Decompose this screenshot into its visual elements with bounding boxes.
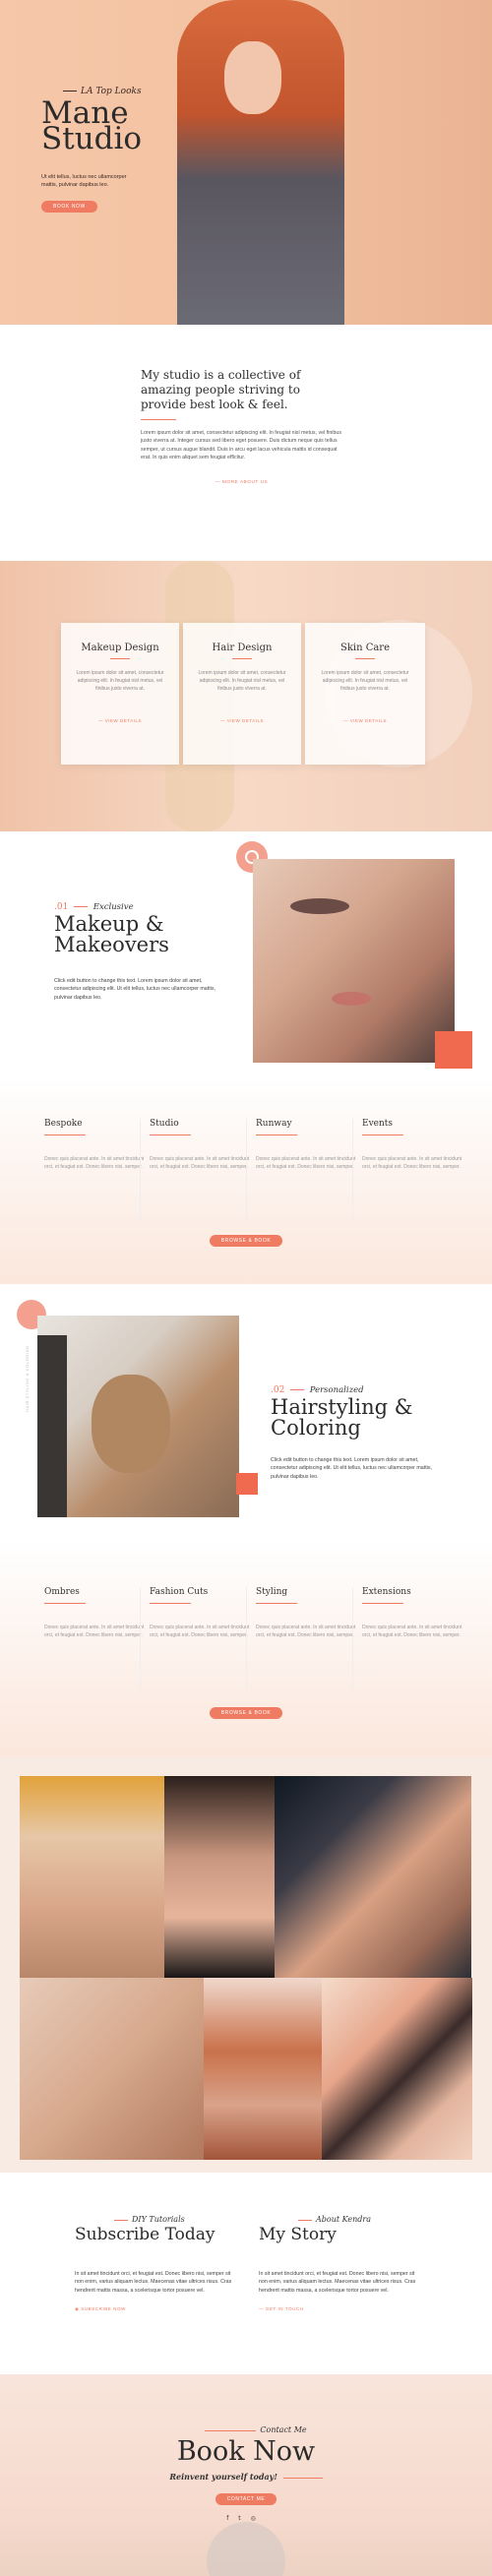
- makeup-section: .01 Exclusive Makeup & Makeovers Click ed…: [0, 831, 492, 1077]
- style-column: Extensions Donec quis placerat ante. In s…: [362, 1587, 462, 1638]
- service-card: Hair Design Lorem ipsum dolor sit amet, …: [183, 623, 301, 765]
- about-title: My Story: [259, 2225, 337, 2244]
- book-section: Contact Me Book Now Reinvent yourself to…: [0, 2374, 492, 2576]
- makeup-styles-section: Bespoke Donec quis placerat ante. In sit …: [0, 1077, 492, 1284]
- style-column: Styling Donec quis placerat ante. In sit …: [256, 1587, 356, 1638]
- service-link[interactable]: — VIEW DETAILS: [315, 718, 415, 723]
- hero-book-button[interactable]: BOOK NOW: [41, 201, 97, 213]
- style-column: Bespoke Donec quis placerat ante. In sit …: [44, 1119, 145, 1170]
- style-column: Runway Donec quis placerat ante. In sit a…: [256, 1119, 356, 1170]
- social-icons: ft◎: [0, 2515, 492, 2522]
- service-text: Lorem ipsum dolor sit amet, consectetur …: [198, 670, 286, 692]
- gallery-image: [164, 1776, 275, 1978]
- style-column: Ombres Donec quis placerat ante. In sit a…: [44, 1587, 145, 1638]
- style-column: Fashion Cuts Donec quis placerat ante. In…: [150, 1587, 250, 1638]
- subscribe-link[interactable]: ◉ SUBSCRIBE NOW: [75, 2306, 232, 2312]
- gallery-image: [275, 1776, 471, 1978]
- contact-button[interactable]: CONTACT ME: [215, 2493, 277, 2505]
- hair-photo: [37, 1316, 239, 1517]
- gallery-image: [204, 1978, 322, 2160]
- bg-model-image: [207, 2522, 285, 2576]
- tutorials-block: DIY Tutorials Subscribe Today In sit ame…: [75, 2215, 232, 2312]
- makeup-photo: [253, 859, 455, 1063]
- about-block: About Kendra My Story In sit amet tincid…: [259, 2215, 416, 2312]
- about-text: In sit amet tincidunt orci, et feugiat e…: [259, 2271, 416, 2294]
- hair-label: .02 Personalized: [271, 1385, 364, 1395]
- book-script: Contact Me: [20, 2425, 492, 2434]
- twitter-icon[interactable]: t: [238, 2515, 250, 2522]
- service-text: Lorem ipsum dolor sit amet, consectetur …: [76, 670, 164, 692]
- accent-square: [236, 1473, 258, 1495]
- gallery-section: [0, 1756, 492, 2173]
- gallery-image: [322, 1978, 472, 2160]
- hero-title: Mane Studio: [41, 95, 143, 156]
- makeup-text: Click edit button to change this text. L…: [54, 978, 215, 1001]
- intro-more-link[interactable]: — MORE ABOUT US: [141, 480, 342, 485]
- intro-divider: [141, 419, 176, 420]
- tutorials-title: Subscribe Today: [75, 2225, 215, 2244]
- book-title: Book Now: [176, 2436, 316, 2467]
- intro-heading: My studio is a collective of amazing peo…: [141, 368, 301, 411]
- contact-link[interactable]: — GET IN TOUCH: [259, 2306, 416, 2311]
- hair-section: HAIR STYLING & COLORING .02 Personalized…: [0, 1284, 492, 1540]
- hero-text-block: LA Top Looks Mane Studio Ut elit tellus,…: [41, 87, 142, 213]
- makeup-label: .01 Exclusive: [54, 902, 134, 912]
- service-title: Skin Care: [339, 643, 391, 653]
- service-card: Makeup Design Lorem ipsum dolor sit amet…: [61, 623, 179, 765]
- book-tagline: Reinvent yourself today!: [0, 2472, 492, 2482]
- hair-text: Click edit button to change this text. L…: [271, 1457, 432, 1480]
- style-column: Studio Donec quis placerat ante. In sit a…: [150, 1119, 250, 1170]
- gallery-image: [20, 1978, 204, 2160]
- makeup-title: Makeup & Makeovers: [54, 912, 169, 956]
- service-text: Lorem ipsum dolor sit amet, consectetur …: [321, 670, 409, 692]
- service-title: Hair Design: [212, 643, 273, 653]
- service-link[interactable]: — VIEW DETAILS: [193, 718, 291, 723]
- hero-model-face: [224, 41, 281, 114]
- tutorials-text: In sit amet tincidunt orci, et feugiat e…: [75, 2271, 232, 2294]
- style-column: Events Donec quis placerat ante. In sit a…: [362, 1119, 462, 1170]
- hair-browse-button[interactable]: BROWSE & BOOK: [209, 1707, 283, 1719]
- facebook-icon[interactable]: f: [226, 2515, 238, 2522]
- hero-text: Ut elit tellus, luctus nec ullamcorper m…: [41, 174, 127, 188]
- subscribe-about-section: DIY Tutorials Subscribe Today In sit ame…: [0, 2173, 492, 2374]
- service-title: Makeup Design: [81, 643, 159, 653]
- hair-vertical-label: HAIR STYLING & COLORING: [25, 1345, 30, 1412]
- hair-title: Hairstyling & Coloring: [271, 1395, 413, 1440]
- intro-section: My studio is a collective of amazing peo…: [0, 325, 492, 561]
- hair-styles-section: Ombres Donec quis placerat ante. In sit a…: [0, 1540, 492, 1756]
- service-link[interactable]: — VIEW DETAILS: [71, 718, 169, 723]
- makeup-browse-button[interactable]: BROWSE & BOOK: [209, 1235, 283, 1247]
- intro-body: Lorem ipsum dolor sit amet, consectetur …: [141, 430, 342, 461]
- services-section: Makeup Design Lorem ipsum dolor sit amet…: [0, 561, 492, 831]
- instagram-icon[interactable]: ◎: [251, 2515, 266, 2522]
- service-card: Skin Care Lorem ipsum dolor sit amet, co…: [305, 623, 425, 765]
- hero-section: LA Top Looks Mane Studio Ut elit tellus,…: [0, 0, 492, 325]
- gallery-image: [20, 1776, 164, 1978]
- accent-square: [435, 1031, 472, 1069]
